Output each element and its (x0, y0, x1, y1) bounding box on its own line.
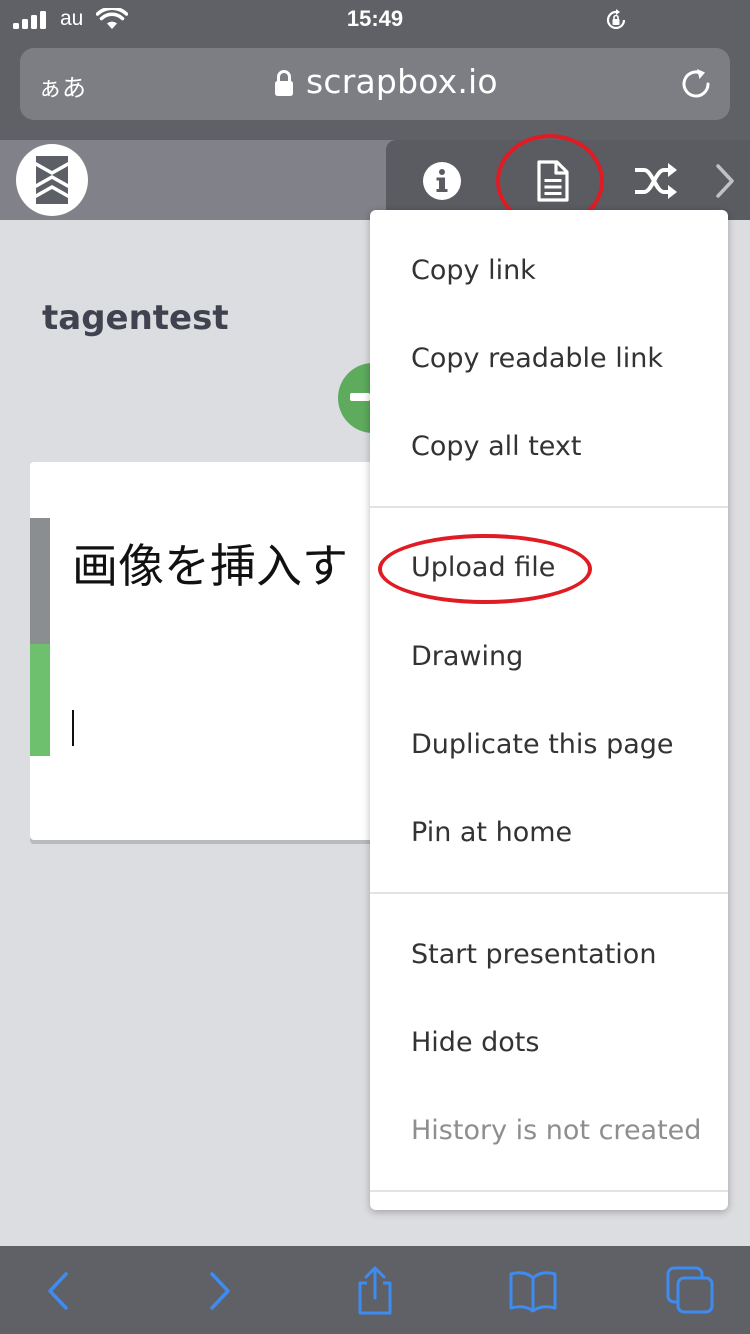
project-title[interactable]: tagentest (42, 298, 229, 338)
text-size-button[interactable]: ぁあ (38, 68, 86, 103)
page-card[interactable]: 画像を挿入す (30, 462, 390, 840)
chevron-right-icon[interactable] (710, 158, 740, 204)
menu-item-copy-readable-link[interactable]: Copy readable link (411, 343, 663, 374)
safari-bottom-toolbar (0, 1246, 750, 1334)
address-bar[interactable]: ぁあ scrapbox.io (20, 48, 730, 120)
status-clock: 15:49 (346, 6, 404, 31)
forward-icon[interactable] (194, 1266, 244, 1316)
menu-divider (370, 506, 728, 508)
menu-item-copy-link[interactable]: Copy link (411, 255, 536, 286)
line-indicator-title (30, 518, 50, 644)
menu-item-hide-dots[interactable]: Hide dots (411, 1027, 539, 1058)
menu-divider (370, 1190, 728, 1192)
menu-item-history: History is not created (411, 1115, 702, 1146)
menu-item-drawing[interactable]: Drawing (411, 641, 523, 672)
menu-item-pin-at-home[interactable]: Pin at home (411, 817, 572, 848)
share-icon[interactable] (350, 1266, 400, 1316)
browser-top-chrome: au 15:49 ぁあ scrapbox.io (0, 0, 750, 140)
scrapbox-logo-icon[interactable] (16, 144, 88, 216)
minus-icon (350, 393, 370, 401)
menu-item-duplicate-page[interactable]: Duplicate this page (411, 729, 674, 760)
page-first-line[interactable]: 画像を挿入す (72, 530, 348, 596)
rotation-lock-icon (606, 9, 626, 30)
page-menu: Copy link Copy readable link Copy all te… (370, 210, 728, 1210)
menu-item-start-presentation[interactable]: Start presentation (411, 939, 656, 970)
menu-item-copy-all-text[interactable]: Copy all text (411, 431, 582, 462)
status-bar: au 15:49 (0, 0, 750, 44)
lock-icon (275, 70, 293, 96)
info-icon[interactable] (419, 158, 465, 204)
menu-divider (370, 892, 728, 894)
reload-icon[interactable] (678, 66, 714, 102)
annotation-ellipse-upload-file (378, 534, 592, 604)
line-indicator-cursor (30, 644, 50, 756)
tabs-icon[interactable] (666, 1266, 716, 1316)
text-caret (72, 710, 74, 746)
bookmarks-icon[interactable] (508, 1266, 558, 1316)
url-domain[interactable]: scrapbox.io (306, 62, 498, 101)
shuffle-icon[interactable] (632, 158, 678, 204)
back-icon[interactable] (34, 1266, 84, 1316)
app-header (0, 140, 750, 220)
